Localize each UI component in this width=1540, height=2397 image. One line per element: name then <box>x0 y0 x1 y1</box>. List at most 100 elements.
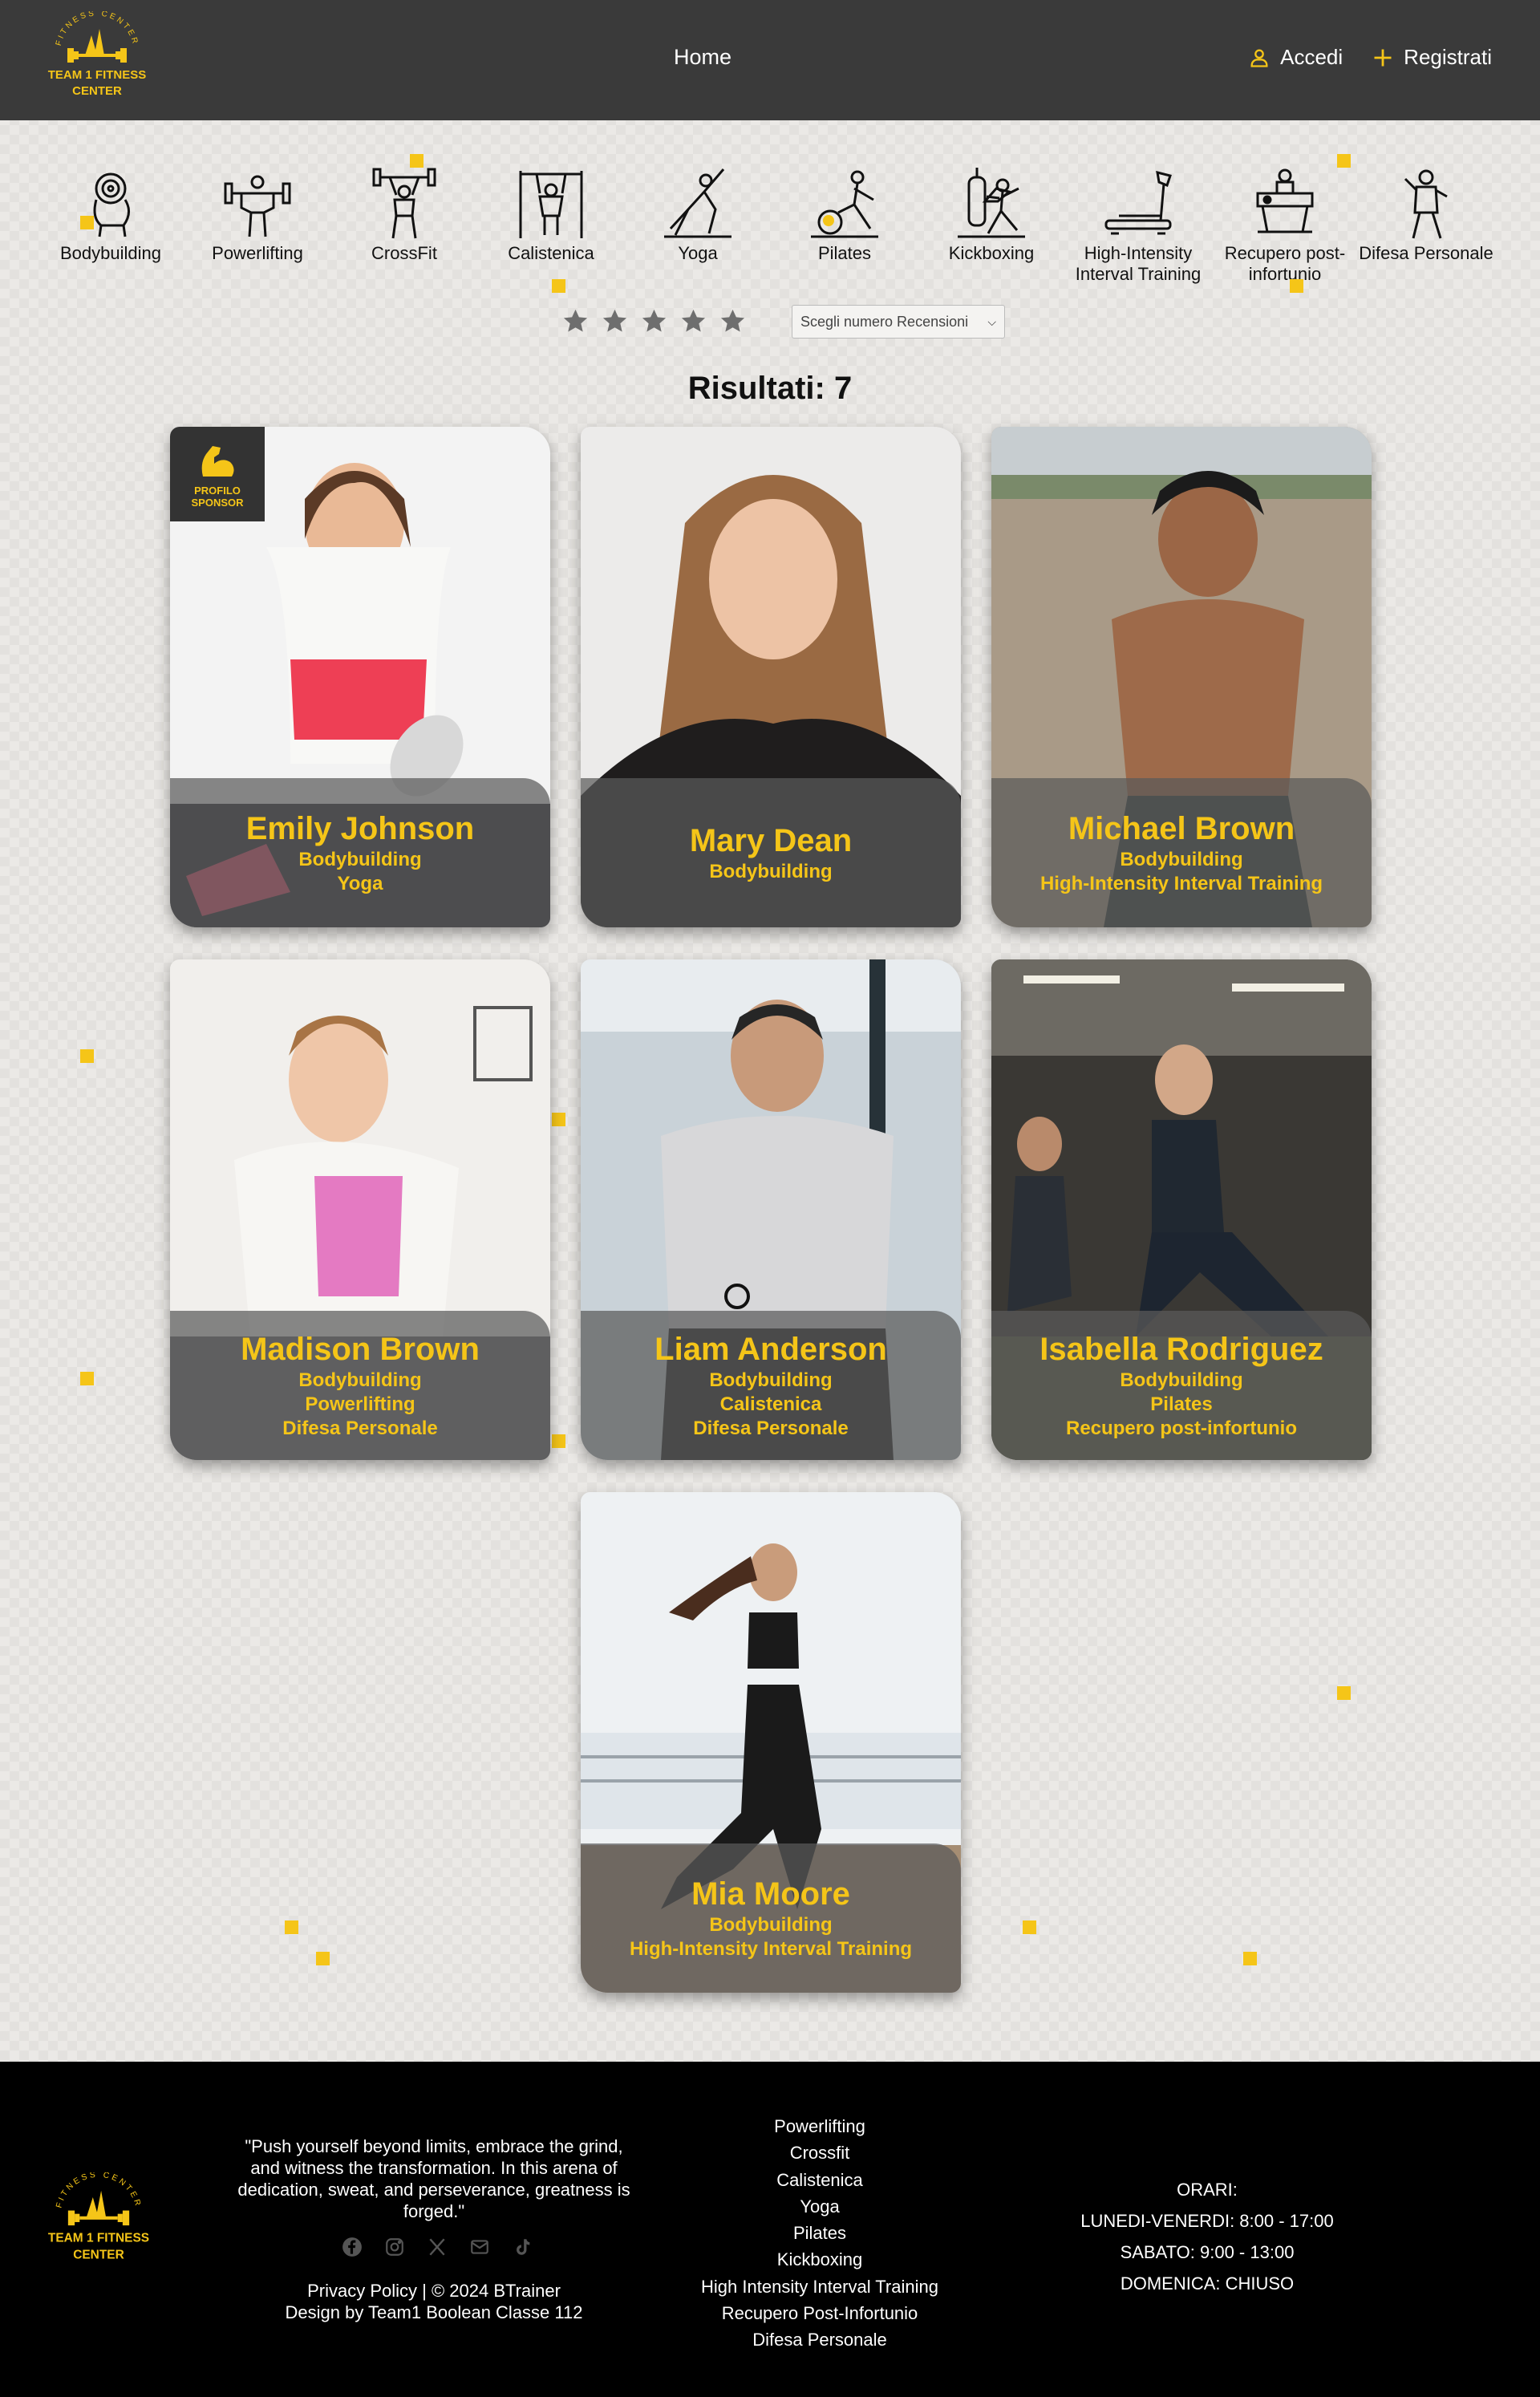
trainer-specialty: High-Intensity Interval Training <box>629 1938 913 1960</box>
footer-link-yoga[interactable]: Yoga <box>659 2193 980 2220</box>
site-footer: FITNESS CENTER TEAM 1 FITNESS CENTER "Pu… <box>0 2062 1540 2397</box>
facebook-icon[interactable] <box>342 2237 363 2257</box>
trainer-info: Madison Brown Bodybuilding Powerlifting … <box>170 1311 550 1460</box>
category-label: Recupero post-infortunio <box>1224 243 1346 284</box>
star-icon[interactable] <box>640 307 668 335</box>
footer-link-crossfit[interactable]: Crossfit <box>659 2139 980 2166</box>
privacy-policy-link[interactable]: Privacy Policy <box>307 2281 417 2301</box>
star-icon[interactable] <box>561 307 590 335</box>
svg-text:TEAM 1 FITNESS: TEAM 1 FITNESS <box>48 2232 149 2245</box>
decorative-square <box>1337 1686 1351 1700</box>
category-label: Kickboxing <box>948 243 1035 263</box>
rating-filter <box>561 307 747 335</box>
category-label: Pilates <box>817 243 872 263</box>
trainer-name: Mary Dean <box>689 823 853 858</box>
trainer-card[interactable]: Liam Anderson Bodybuilding Calistenica D… <box>581 959 961 1460</box>
footer-discipline-links: Powerlifting Crossfit Calistenica Yoga P… <box>659 2113 980 2354</box>
decorative-square <box>552 279 565 293</box>
trainer-specialty: Difesa Personale <box>282 1418 438 1439</box>
category-powerlifting[interactable]: Powerlifting <box>185 164 330 264</box>
kickboxing-icon <box>958 168 1025 238</box>
category-crossfit[interactable]: CrossFit <box>332 164 476 264</box>
trainer-card[interactable]: Isabella Rodriguez Bodybuilding Pilates … <box>991 959 1372 1460</box>
category-label: High-Intensity Interval Training <box>1075 243 1202 284</box>
category-calistenica[interactable]: Calistenica <box>479 164 623 264</box>
sponsor-line2: SPONSOR <box>191 497 244 509</box>
login-link[interactable]: Accedi <box>1248 45 1343 70</box>
footer-link-powerlifting[interactable]: Powerlifting <box>659 2113 980 2139</box>
results-title: Risultati: 7 <box>687 371 853 406</box>
footer-link-kickboxing[interactable]: Kickboxing <box>659 2246 980 2273</box>
trainer-specialty: Bodybuilding <box>709 1914 833 1936</box>
decorative-square <box>1337 154 1351 168</box>
x-twitter-icon[interactable] <box>427 2237 448 2257</box>
star-icon[interactable] <box>601 307 629 335</box>
decorative-square <box>285 1920 298 1934</box>
auth-links: Accedi Registrati <box>1248 45 1492 70</box>
hours-weekdays: LUNEDI-VENERDI: 8:00 - 17:00 <box>1080 2211 1334 2231</box>
category-yoga[interactable]: Yoga <box>626 164 770 264</box>
trainer-info: Emily Johnson Bodybuilding Yoga <box>170 778 550 927</box>
footer-link-self-defense[interactable]: Difesa Personale <box>659 2326 980 2353</box>
bodybuilding-icon <box>93 172 130 237</box>
plus-icon <box>1374 49 1392 66</box>
decorative-square <box>1243 1952 1257 1965</box>
trainer-specialty: Calistenica <box>719 1393 822 1415</box>
category-pilates[interactable]: Pilates <box>772 164 917 264</box>
legal-line: Privacy Policy | © 2024 BTrainer <box>237 2280 630 2302</box>
team1-fitness-logo[interactable]: FITNESS CENTER TEAM 1 FITNESS CENTER <box>45 2172 152 2273</box>
hours-saturday: SABATO: 9:00 - 13:00 <box>1120 2242 1295 2262</box>
tiktok-icon[interactable] <box>512 2237 533 2257</box>
reviews-select-value: Scegli numero Recensioni <box>800 313 969 330</box>
trainer-specialty: Bodybuilding <box>298 849 422 870</box>
trainer-card[interactable]: Madison Brown Bodybuilding Powerlifting … <box>170 959 550 1460</box>
footer-link-calistenica[interactable]: Calistenica <box>659 2167 980 2193</box>
instagram-icon[interactable] <box>384 2237 405 2257</box>
register-link[interactable]: Registrati <box>1372 45 1492 70</box>
star-icon[interactable] <box>679 307 707 335</box>
trainer-specialty: Yoga <box>337 873 383 894</box>
trainer-name: Michael Brown <box>1068 811 1295 846</box>
decorative-square <box>80 1049 94 1063</box>
category-self-defense[interactable]: Difesa Personale <box>1354 164 1498 264</box>
team1-fitness-logo[interactable]: FITNESS CENTER TEAM 1 FITNESS CENTER <box>45 11 149 109</box>
category-recovery[interactable]: Recupero post-infortunio <box>1213 164 1357 285</box>
trainer-specialty: Bodybuilding <box>1120 1369 1243 1391</box>
site-header: FITNESS CENTER TEAM 1 FITNESS CENTER Hom… <box>0 0 1540 120</box>
trainer-card[interactable]: PROFILO SPONSOR Emily Johnson Bodybuildi… <box>170 427 550 927</box>
trainer-specialty: Bodybuilding <box>709 1369 833 1391</box>
powerlifting-icon <box>224 175 291 237</box>
category-label: Calistenica <box>508 243 594 263</box>
svg-text:TEAM 1 FITNESS: TEAM 1 FITNESS <box>48 68 147 82</box>
trainer-card[interactable]: Mary Dean Bodybuilding <box>581 427 961 927</box>
svg-text:CENTER: CENTER <box>73 2248 124 2261</box>
trainer-specialty: Bodybuilding <box>1120 849 1243 870</box>
trainer-card[interactable]: Mia Moore Bodybuilding High-Intensity In… <box>581 1492 961 1993</box>
footer-link-recovery[interactable]: Recupero Post-Infortunio <box>659 2300 980 2326</box>
legal-info: Privacy Policy | © 2024 BTrainer Design … <box>237 2280 630 2323</box>
login-label: Accedi <box>1280 45 1343 69</box>
trainer-info: Liam Anderson Bodybuilding Calistenica D… <box>581 1311 961 1460</box>
decorative-square <box>80 216 94 229</box>
mail-icon[interactable] <box>469 2237 490 2257</box>
footer-link-hiit[interactable]: High Intensity Interval Training <box>659 2273 980 2300</box>
category-label: Difesa Personale <box>1359 243 1493 263</box>
reviews-count-select[interactable]: Scegli numero Recensioni ⌵ <box>792 305 1005 339</box>
trainer-card[interactable]: Michael Brown Bodybuilding High-Intensit… <box>991 427 1372 927</box>
sponsor-badge: PROFILO SPONSOR <box>170 427 265 521</box>
chevron-down-icon: ⌵ <box>987 314 996 328</box>
trainer-specialty: Bodybuilding <box>298 1369 422 1391</box>
footer-link-pilates[interactable]: Pilates <box>659 2220 980 2246</box>
hours-sunday: DOMENICA: CHIUSO <box>1120 2273 1295 2294</box>
star-icon[interactable] <box>719 307 747 335</box>
nav-home-link[interactable]: Home <box>674 45 732 70</box>
category-bodybuilding[interactable]: Bodybuilding <box>38 164 183 264</box>
decorative-square <box>1290 279 1303 293</box>
category-hiit[interactable]: High-Intensity Interval Training <box>1066 164 1210 285</box>
trainer-name: Madison Brown <box>241 1332 480 1367</box>
treadmill-icon <box>1104 170 1172 235</box>
trainer-specialty: Recupero post-infortunio <box>1066 1418 1297 1439</box>
calistenica-icon <box>519 171 583 238</box>
trainer-name: Emily Johnson <box>245 811 475 846</box>
category-kickboxing[interactable]: Kickboxing <box>919 164 1064 264</box>
